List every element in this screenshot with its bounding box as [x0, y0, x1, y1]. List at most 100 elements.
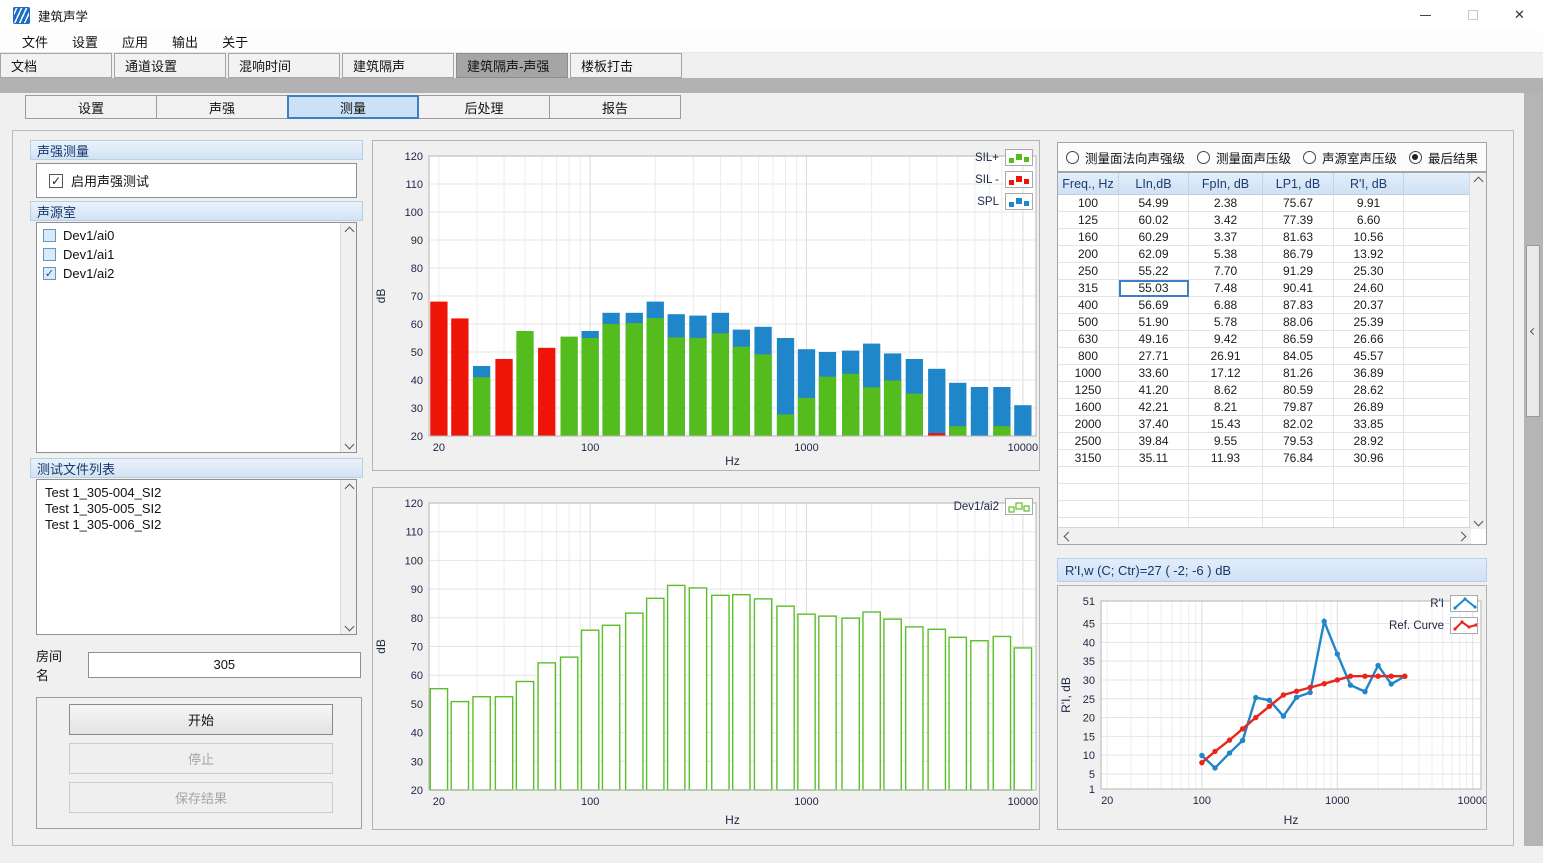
- main-tab-4[interactable]: 建筑隔声-声强: [456, 53, 568, 78]
- main-tab-5[interactable]: 楼板打击: [570, 53, 682, 78]
- table-cell[interactable]: 28.92: [1334, 433, 1404, 450]
- radio-option-2[interactable]: 声源室声压级: [1303, 148, 1397, 167]
- menu-item-2[interactable]: 应用: [110, 30, 160, 52]
- table-cell[interactable]: 79.53: [1263, 433, 1334, 450]
- table-cell[interactable]: 35.11: [1119, 450, 1189, 467]
- table-cell[interactable]: 1600: [1058, 399, 1119, 416]
- table-cell[interactable]: [1334, 484, 1404, 501]
- table-cell[interactable]: 500: [1058, 314, 1119, 331]
- table-cell[interactable]: [1263, 467, 1334, 484]
- table-cell[interactable]: 81.26: [1263, 365, 1334, 382]
- table-cell[interactable]: 86.79: [1263, 246, 1334, 263]
- table-cell[interactable]: 55.03: [1119, 280, 1189, 297]
- table-cell[interactable]: 6.60: [1334, 212, 1404, 229]
- table-cell[interactable]: 88.06: [1263, 314, 1334, 331]
- room-name-input[interactable]: 305: [88, 652, 361, 678]
- enable-intensity-checkbox[interactable]: ✓ 启用声强测试: [37, 164, 356, 197]
- main-tab-0[interactable]: 文档: [0, 53, 112, 78]
- table-cell[interactable]: [1058, 501, 1119, 518]
- table-cell[interactable]: [1404, 229, 1471, 246]
- table-cell[interactable]: [1404, 331, 1471, 348]
- channel-item-1[interactable]: Dev1/ai1: [37, 245, 356, 264]
- table-cell[interactable]: 77.39: [1263, 212, 1334, 229]
- menu-item-3[interactable]: 输出: [160, 30, 210, 52]
- table-cell[interactable]: 2500: [1058, 433, 1119, 450]
- table-cell[interactable]: [1404, 467, 1471, 484]
- table-cell[interactable]: 3.42: [1189, 212, 1263, 229]
- main-tab-1[interactable]: 通道设置: [114, 53, 226, 78]
- table-cell[interactable]: 15.43: [1189, 416, 1263, 433]
- main-tab-3[interactable]: 建筑隔声: [342, 53, 454, 78]
- table-cell[interactable]: [1404, 246, 1471, 263]
- table-cell[interactable]: 9.55: [1189, 433, 1263, 450]
- table-cell[interactable]: [1404, 195, 1471, 212]
- table-cell[interactable]: 90.41: [1263, 280, 1334, 297]
- table-cell[interactable]: [1263, 484, 1334, 501]
- table-cell[interactable]: 56.69: [1119, 297, 1189, 314]
- save-result-button[interactable]: 保存结果: [69, 782, 333, 813]
- maximize-button[interactable]: [1449, 0, 1496, 30]
- test-file-item-2[interactable]: Test 1_305-006_SI2: [37, 516, 356, 532]
- radio-option-3[interactable]: 最后结果: [1409, 148, 1478, 167]
- table-cell[interactable]: [1404, 399, 1471, 416]
- table-cell[interactable]: 80.59: [1263, 382, 1334, 399]
- test-file-item-0[interactable]: Test 1_305-004_SI2: [37, 484, 356, 500]
- table-cell[interactable]: [1404, 348, 1471, 365]
- table-cell[interactable]: [1404, 365, 1471, 382]
- table-cell[interactable]: 3150: [1058, 450, 1119, 467]
- table-cell[interactable]: 81.63: [1263, 229, 1334, 246]
- table-cell[interactable]: 800: [1058, 348, 1119, 365]
- table-cell[interactable]: 315: [1058, 280, 1119, 297]
- table-cell[interactable]: 7.70: [1189, 263, 1263, 280]
- table-cell[interactable]: 3.37: [1189, 229, 1263, 246]
- table-cell[interactable]: [1189, 484, 1263, 501]
- table-cell[interactable]: 54.99: [1119, 195, 1189, 212]
- channel-item-0[interactable]: Dev1/ai0: [37, 226, 356, 245]
- table-cell[interactable]: 62.09: [1119, 246, 1189, 263]
- table-cell[interactable]: 17.12: [1189, 365, 1263, 382]
- main-tab-2[interactable]: 混响时间: [228, 53, 340, 78]
- table-cell[interactable]: 10.56: [1334, 229, 1404, 246]
- table-cell[interactable]: 160: [1058, 229, 1119, 246]
- table-cell[interactable]: [1404, 433, 1471, 450]
- table-cell[interactable]: 60.02: [1119, 212, 1189, 229]
- test-file-item-1[interactable]: Test 1_305-005_SI2: [37, 500, 356, 516]
- channel-item-2[interactable]: ✓Dev1/ai2: [37, 264, 356, 283]
- table-cell[interactable]: 9.42: [1189, 331, 1263, 348]
- table-cell[interactable]: 125: [1058, 212, 1119, 229]
- close-button[interactable]: ✕: [1496, 0, 1543, 30]
- table-cell[interactable]: 60.29: [1119, 229, 1189, 246]
- table-cell[interactable]: 11.93: [1189, 450, 1263, 467]
- table-cell[interactable]: 28.62: [1334, 382, 1404, 399]
- table-cell[interactable]: [1404, 501, 1471, 518]
- table-cell[interactable]: [1404, 280, 1471, 297]
- table-cell[interactable]: [1058, 467, 1119, 484]
- table-cell[interactable]: [1119, 501, 1189, 518]
- table-cell[interactable]: 100: [1058, 195, 1119, 212]
- radio-option-0[interactable]: 测量面法向声强级: [1066, 148, 1185, 167]
- table-cell[interactable]: [1189, 501, 1263, 518]
- table-hscrollbar[interactable]: [1058, 527, 1471, 544]
- table-col-header-2[interactable]: FpIn, dB: [1189, 173, 1263, 194]
- table-col-header-4[interactable]: R'I, dB: [1334, 173, 1404, 194]
- table-cell[interactable]: 42.21: [1119, 399, 1189, 416]
- table-cell[interactable]: 8.21: [1189, 399, 1263, 416]
- table-cell[interactable]: 250: [1058, 263, 1119, 280]
- table-cell[interactable]: 55.22: [1119, 263, 1189, 280]
- table-cell[interactable]: 8.62: [1189, 382, 1263, 399]
- table-cell[interactable]: [1404, 382, 1471, 399]
- table-cell[interactable]: 1000: [1058, 365, 1119, 382]
- table-cell[interactable]: 75.67: [1263, 195, 1334, 212]
- table-cell[interactable]: [1119, 467, 1189, 484]
- table-col-header-5[interactable]: [1404, 173, 1471, 194]
- table-cell[interactable]: 30.96: [1334, 450, 1404, 467]
- table-cell[interactable]: 27.71: [1119, 348, 1189, 365]
- table-cell[interactable]: 76.84: [1263, 450, 1334, 467]
- table-cell[interactable]: 400: [1058, 297, 1119, 314]
- table-cell[interactable]: 82.02: [1263, 416, 1334, 433]
- sub-tab-2[interactable]: 测量: [287, 95, 419, 119]
- table-cell[interactable]: 45.57: [1334, 348, 1404, 365]
- table-cell[interactable]: [1119, 484, 1189, 501]
- menu-item-4[interactable]: 关于: [210, 30, 260, 52]
- table-cell[interactable]: 5.38: [1189, 246, 1263, 263]
